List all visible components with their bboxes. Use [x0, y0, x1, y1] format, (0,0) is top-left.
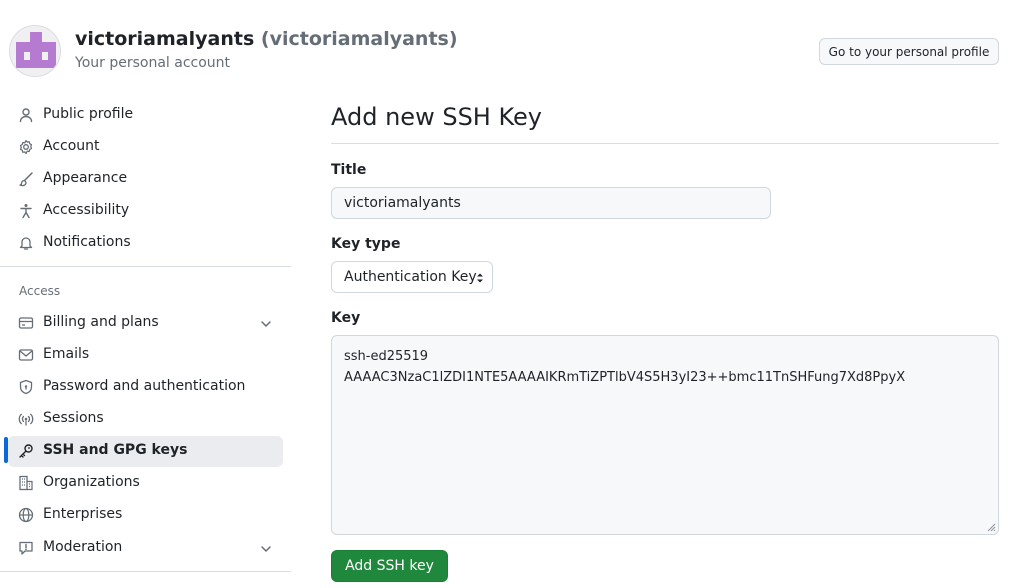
gear-icon — [18, 139, 34, 155]
settings-header: victoriamalyants (victoriamalyants) Your… — [0, 0, 1015, 92]
credit-card-icon — [18, 315, 34, 331]
sidebar-item-label: Enterprises — [43, 506, 123, 522]
key-icon — [18, 443, 34, 459]
sidebar-item-organizations[interactable]: Organizations — [8, 468, 283, 499]
heading-divider — [331, 143, 999, 144]
key-label: Key — [331, 310, 361, 326]
active-item-indicator — [4, 437, 8, 463]
mail-icon — [18, 347, 34, 363]
sidebar-item-billing[interactable]: Billing and plans — [8, 308, 283, 339]
sidebar-item-label: Account — [43, 138, 100, 154]
sidebar-item-moderation[interactable]: Moderation — [8, 533, 283, 564]
sidebar-divider — [0, 266, 291, 267]
sidebar-item-emails[interactable]: Emails — [8, 340, 283, 371]
key-type-label: Key type — [331, 236, 401, 252]
sidebar-item-ssh-gpg-keys[interactable]: SSH and GPG keys — [8, 436, 283, 467]
title-input-value: victoriamalyants — [344, 195, 461, 211]
sidebar-item-public-profile[interactable]: Public profile — [8, 100, 283, 131]
accessibility-icon — [18, 203, 34, 219]
key-textarea[interactable]: ssh-ed25519 AAAAC3NzaC1lZDI1NTE5AAAAIKRm… — [331, 335, 999, 535]
login-name: (victoriamalyants) — [260, 28, 458, 50]
person-icon — [18, 107, 34, 123]
sidebar-section-access: Access — [19, 284, 61, 298]
paintbrush-icon — [18, 171, 34, 187]
display-name: victoriamalyants — [75, 28, 255, 50]
select-arrows-icon — [477, 273, 483, 283]
account-name[interactable]: victoriamalyants (victoriamalyants) — [75, 28, 458, 50]
sidebar-item-label: Appearance — [43, 170, 128, 186]
sidebar-item-label: Accessibility — [43, 202, 130, 218]
sidebar-item-label: Sessions — [43, 410, 104, 426]
shield-lock-icon — [18, 379, 34, 395]
key-line-body: AAAAC3NzaC1lZDI1NTE5AAAAIKRmTiZPTlbV4S5H… — [344, 370, 906, 385]
organization-icon — [18, 475, 34, 491]
sidebar-item-sessions[interactable]: Sessions — [8, 404, 283, 435]
sidebar-item-notifications[interactable]: Notifications — [8, 228, 283, 259]
key-type-value: Authentication Key — [344, 269, 477, 285]
sidebar-item-label: Billing and plans — [43, 314, 159, 330]
go-to-profile-button[interactable]: Go to your personal profile — [819, 38, 999, 65]
resize-handle-icon[interactable] — [986, 522, 996, 532]
sidebar-item-label: Notifications — [43, 234, 131, 250]
sidebar-item-label: Public profile — [43, 106, 134, 122]
key-line-algorithm: ssh-ed25519 — [344, 349, 429, 364]
sidebar-item-label: Emails — [43, 346, 90, 362]
sidebar-item-label: Moderation — [43, 539, 123, 555]
sidebar-item-appearance[interactable]: Appearance — [8, 164, 283, 195]
page-title: Add new SSH Key — [331, 103, 542, 131]
account-subtitle: Your personal account — [75, 55, 231, 71]
sidebar-item-accessibility[interactable]: Accessibility — [8, 196, 283, 227]
chevron-down-icon — [261, 321, 271, 327]
globe-icon — [18, 507, 34, 523]
title-label: Title — [331, 162, 367, 178]
report-icon — [18, 540, 34, 556]
add-ssh-key-button[interactable]: Add SSH key — [331, 550, 448, 582]
sidebar-item-label: Password and authentication — [43, 378, 246, 394]
broadcast-icon — [18, 411, 34, 427]
chevron-down-icon — [261, 546, 271, 552]
sidebar-divider — [0, 571, 291, 572]
key-type-select[interactable]: Authentication Key — [331, 261, 493, 293]
avatar[interactable] — [9, 25, 61, 77]
sidebar-item-enterprises[interactable]: Enterprises — [8, 500, 283, 531]
bell-icon — [18, 235, 34, 251]
title-input[interactable]: victoriamalyants — [331, 187, 771, 219]
sidebar-item-account[interactable]: Account — [8, 132, 283, 163]
sidebar-item-label: SSH and GPG keys — [43, 442, 188, 458]
sidebar-item-password-authentication[interactable]: Password and authentication — [8, 372, 283, 403]
sidebar-item-label: Organizations — [43, 474, 140, 490]
